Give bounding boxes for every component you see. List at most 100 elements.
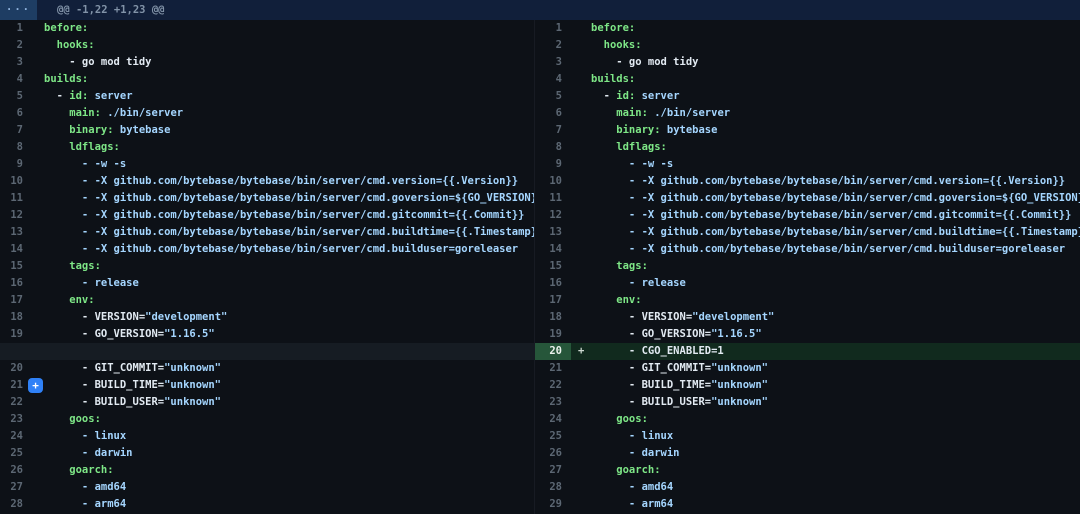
code-line: goarch: — [591, 462, 1080, 479]
code-line: - BUILD_TIME="unknown" — [44, 377, 534, 394]
diff-marker — [30, 224, 44, 241]
line-number: 15 — [535, 258, 571, 275]
diff-row: 8 ldflags: — [535, 139, 1080, 156]
diff-row: 16 - release — [535, 275, 1080, 292]
diff-row: 22 - BUILD_USER="unknown" — [0, 394, 534, 411]
line-number: 5 — [535, 88, 571, 105]
diff-row: 14 - -X github.com/bytebase/bytebase/bin… — [535, 241, 1080, 258]
diff-marker — [571, 326, 591, 343]
code-line: goos: — [44, 411, 534, 428]
diff-marker — [30, 207, 44, 224]
line-number: 8 — [0, 139, 30, 156]
diff-row: 25 - linux — [535, 428, 1080, 445]
diff-row: 26 goarch: — [0, 462, 534, 479]
diff-panes: 1 before:2 hooks:3 - go mod tidy4 builds… — [0, 20, 1080, 514]
diff-marker — [571, 394, 591, 411]
line-number: 17 — [0, 292, 30, 309]
line-number: 14 — [0, 241, 30, 258]
code-line: - CGO_ENABLED=1 — [591, 343, 1080, 360]
diff-row: 21 - GIT_COMMIT="unknown" — [535, 360, 1080, 377]
diff-row-added: 20+ - CGO_ENABLED=1 — [535, 343, 1080, 360]
diff-row: 1 before: — [0, 20, 534, 37]
line-number: 29 — [535, 496, 571, 513]
line-number: 22 — [0, 394, 30, 411]
add-comment-button[interactable]: + — [28, 378, 43, 393]
code-line: env: — [591, 292, 1080, 309]
code-line: binary: bytebase — [591, 122, 1080, 139]
diff-row: 19 - GO_VERSION="1.16.5" — [0, 326, 534, 343]
line-number: 27 — [0, 479, 30, 496]
diff-pane-new: 1 before:2 hooks:3 - go mod tidy4 builds… — [534, 20, 1080, 514]
diff-marker — [571, 292, 591, 309]
diff-marker — [571, 360, 591, 377]
line-number: 10 — [535, 173, 571, 190]
diff-marker — [571, 173, 591, 190]
line-number: 6 — [535, 105, 571, 122]
line-number: 16 — [0, 275, 30, 292]
diff-marker — [571, 122, 591, 139]
line-number: 4 — [0, 71, 30, 88]
line-number: 16 — [535, 275, 571, 292]
code-line: - -X github.com/bytebase/bytebase/bin/se… — [44, 224, 534, 241]
diff-row: 2 hooks: — [0, 37, 534, 54]
diff-row: 15 tags: — [0, 258, 534, 275]
diff-marker — [571, 139, 591, 156]
code-line: - id: server — [44, 88, 534, 105]
diff-row: 1 before: — [535, 20, 1080, 37]
added-line-marker: + — [571, 343, 591, 360]
code-line: main: ./bin/server — [591, 105, 1080, 122]
code-line: - -X github.com/bytebase/bytebase/bin/se… — [591, 224, 1080, 241]
diff-row: 9 - -w -s — [535, 156, 1080, 173]
code-line: - GIT_COMMIT="unknown" — [44, 360, 534, 377]
line-number: 3 — [0, 54, 30, 71]
code-line: - amd64 — [44, 479, 534, 496]
line-number: 10 — [0, 173, 30, 190]
code-line: - darwin — [44, 445, 534, 462]
diff-marker — [30, 360, 44, 377]
code-line: hooks: — [591, 37, 1080, 54]
code-line: - arm64 — [591, 496, 1080, 513]
diff-row: 7 binary: bytebase — [0, 122, 534, 139]
line-number: 12 — [535, 207, 571, 224]
diff-marker — [30, 326, 44, 343]
line-number: 2 — [0, 37, 30, 54]
diff-marker — [30, 88, 44, 105]
line-number: 23 — [535, 394, 571, 411]
code-line: main: ./bin/server — [44, 105, 534, 122]
diff-row: 4 builds: — [535, 71, 1080, 88]
expand-diff-button[interactable]: ··· — [0, 0, 37, 20]
code-line: - -w -s — [44, 156, 534, 173]
diff-row: 13 - -X github.com/bytebase/bytebase/bin… — [535, 224, 1080, 241]
code-line: - go mod tidy — [591, 54, 1080, 71]
line-number: 5 — [0, 88, 30, 105]
diff-marker — [571, 54, 591, 71]
line-number: 27 — [535, 462, 571, 479]
line-number: 1 — [535, 20, 571, 37]
code-line: - arm64 — [44, 496, 534, 513]
code-line: before: — [44, 20, 534, 37]
diff-marker — [571, 411, 591, 428]
diff-marker — [571, 71, 591, 88]
code-line: - go mod tidy — [44, 54, 534, 71]
line-number: 11 — [535, 190, 571, 207]
diff-marker — [30, 275, 44, 292]
diff-row: 21 - BUILD_TIME="unknown"+ — [0, 377, 534, 394]
diff-row: 26 - darwin — [535, 445, 1080, 462]
line-number: 11 — [0, 190, 30, 207]
diff-row: 27 - amd64 — [0, 479, 534, 496]
diff-marker — [30, 54, 44, 71]
line-number: 26 — [535, 445, 571, 462]
code-line: - linux — [44, 428, 534, 445]
diff-marker — [30, 496, 44, 513]
diff-marker — [571, 377, 591, 394]
diff-marker — [571, 88, 591, 105]
diff-pane-old: 1 before:2 hooks:3 - go mod tidy4 builds… — [0, 20, 534, 514]
line-number: 24 — [535, 411, 571, 428]
diff-row: 17 env: — [0, 292, 534, 309]
diff-marker — [30, 156, 44, 173]
diff-row: 6 main: ./bin/server — [535, 105, 1080, 122]
line-number: 22 — [535, 377, 571, 394]
diff-row: 28 - arm64 — [0, 496, 534, 513]
diff-row: 6 main: ./bin/server — [0, 105, 534, 122]
code-line: ldflags: — [44, 139, 534, 156]
